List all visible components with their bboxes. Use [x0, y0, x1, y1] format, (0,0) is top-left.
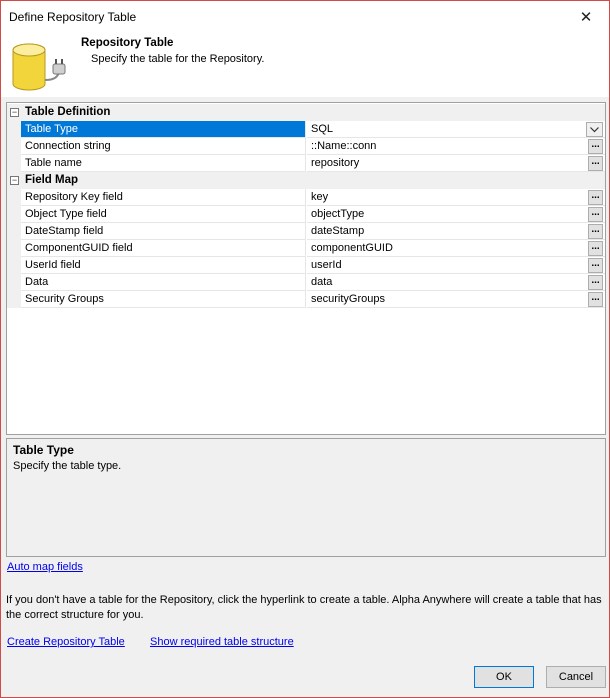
collapse-icon[interactable]: −	[10, 176, 19, 185]
category-label: Field Map	[25, 174, 79, 186]
property-name[interactable]: Security Groups	[21, 291, 306, 308]
property-name[interactable]: UserId field	[21, 257, 306, 274]
ok-button[interactable]: OK	[474, 666, 534, 688]
property-value[interactable]: objectType	[307, 206, 605, 223]
description-text: Specify the table type.	[13, 460, 122, 472]
auto-map-fields-link[interactable]: Auto map fields	[7, 561, 83, 573]
property-row-datestamp[interactable]: DateStamp field dateStamp ...	[7, 223, 605, 240]
collapse-icon[interactable]: −	[10, 108, 19, 117]
property-name[interactable]: Repository Key field	[21, 189, 306, 206]
description-panel: Table Type Specify the table type.	[6, 438, 606, 557]
property-row-component-guid[interactable]: ComponentGUID field componentGUID ...	[7, 240, 605, 257]
cancel-button[interactable]: Cancel	[546, 666, 606, 688]
property-value[interactable]: securityGroups	[307, 291, 605, 308]
ellipsis-button[interactable]: ...	[588, 275, 603, 290]
header-title: Repository Table	[81, 37, 174, 49]
ellipsis-button[interactable]: ...	[588, 207, 603, 222]
ellipsis-button[interactable]: ...	[588, 190, 603, 205]
description-title: Table Type	[13, 443, 74, 457]
property-grid: − Table Definition Table Type SQL Connec…	[6, 102, 606, 435]
property-value[interactable]: componentGUID	[307, 240, 605, 257]
property-value[interactable]: key	[307, 189, 605, 206]
info-text: If you don't have a table for the Reposi…	[6, 594, 602, 621]
close-icon[interactable]: ✕	[563, 1, 609, 32]
title-bar: Define Repository Table ✕	[1, 1, 609, 32]
property-name[interactable]: Table Type	[21, 121, 306, 138]
chevron-down-icon	[590, 126, 599, 132]
property-row-repository-key[interactable]: Repository Key field key ...	[7, 189, 605, 206]
ellipsis-button[interactable]: ...	[588, 292, 603, 307]
create-repository-table-link[interactable]: Create Repository Table	[7, 636, 125, 648]
property-row-object-type[interactable]: Object Type field objectType ...	[7, 206, 605, 223]
property-value[interactable]: dateStamp	[307, 223, 605, 240]
show-table-structure-link[interactable]: Show required table structure	[150, 636, 294, 648]
dialog-header: Repository Table Specify the table for t…	[1, 32, 609, 97]
property-name[interactable]: Object Type field	[21, 206, 306, 223]
property-row-table-type[interactable]: Table Type SQL	[7, 121, 605, 138]
property-name[interactable]: Connection string	[21, 138, 306, 155]
property-value[interactable]: ::Name::conn	[307, 138, 605, 155]
property-row-connection-string[interactable]: Connection string ::Name::conn ...	[7, 138, 605, 155]
property-value[interactable]: repository	[307, 155, 605, 172]
category-table-definition[interactable]: − Table Definition	[7, 104, 605, 121]
property-value[interactable]: userId	[307, 257, 605, 274]
property-name[interactable]: DateStamp field	[21, 223, 306, 240]
category-field-map[interactable]: − Field Map	[7, 172, 605, 189]
property-name[interactable]: ComponentGUID field	[21, 240, 306, 257]
property-value[interactable]: data	[307, 274, 605, 291]
property-row-security-groups[interactable]: Security Groups securityGroups ...	[7, 291, 605, 308]
window-title: Define Repository Table	[9, 10, 137, 24]
ellipsis-button[interactable]: ...	[588, 139, 603, 154]
ellipsis-button[interactable]: ...	[588, 258, 603, 273]
category-label: Table Definition	[25, 106, 111, 118]
property-row-userid[interactable]: UserId field userId ...	[7, 257, 605, 274]
property-row-table-name[interactable]: Table name repository ...	[7, 155, 605, 172]
ellipsis-button[interactable]: ...	[588, 224, 603, 239]
property-value[interactable]: SQL	[307, 121, 605, 138]
header-subtitle: Specify the table for the Repository.	[91, 53, 265, 65]
ellipsis-button[interactable]: ...	[588, 156, 603, 171]
ellipsis-button[interactable]: ...	[588, 241, 603, 256]
property-name[interactable]: Table name	[21, 155, 306, 172]
property-name[interactable]: Data	[21, 274, 306, 291]
dialog-window: Define Repository Table ✕ Repository Tab…	[0, 0, 610, 698]
database-plug-icon	[12, 43, 66, 91]
property-row-data[interactable]: Data data ...	[7, 274, 605, 291]
dropdown-button[interactable]	[586, 122, 603, 137]
